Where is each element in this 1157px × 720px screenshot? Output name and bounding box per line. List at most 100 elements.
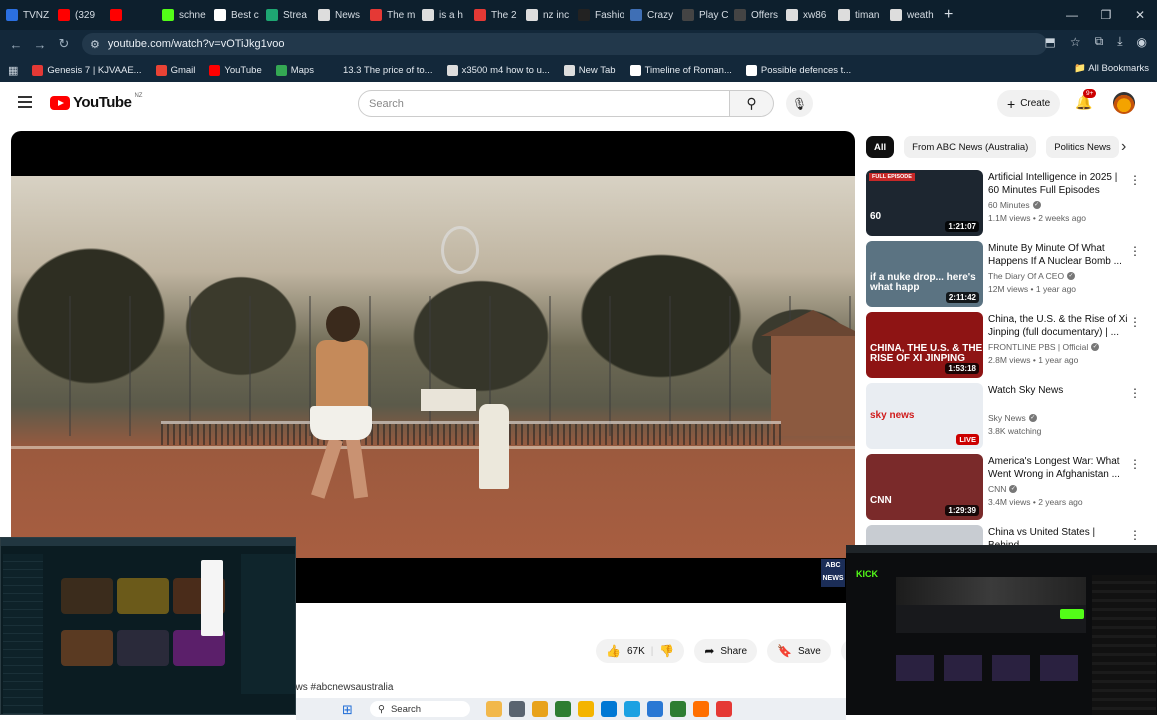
browser-tab[interactable]: weath [884, 0, 936, 30]
taskbar-app-icon[interactable] [578, 701, 594, 717]
channel-name[interactable]: The Diary Of A CEO ✓ [988, 271, 1128, 281]
bookmark-item[interactable]: YouTube [209, 64, 262, 76]
taskbar-app-icon[interactable] [532, 701, 548, 717]
recommended-video[interactable]: CNN 1:29:39 America's Longest War: What We… [866, 454, 1151, 525]
browser-tab[interactable]: The 2 [468, 0, 520, 30]
more-options-icon[interactable]: ⋮ [1129, 244, 1141, 258]
game-tile[interactable] [61, 578, 113, 614]
voice-search-button[interactable]: 🎙 [786, 90, 813, 117]
video-title[interactable]: America's Longest War: What Went Wrong i… [988, 455, 1128, 482]
profile-icon[interactable]: ◉ [1137, 35, 1147, 49]
recommended-video[interactable]: CHINA, THE U.S. & THE RISE OF XI JINPING… [866, 312, 1151, 383]
reload-icon[interactable]: ↻ [52, 36, 76, 52]
bookmark-item[interactable]: Genesis 7 | KJVAAE... [32, 64, 142, 76]
game-tile[interactable] [61, 630, 113, 666]
video-thumbnail[interactable]: sky news LIVE [866, 383, 983, 449]
browser-tab[interactable]: Offers [728, 0, 780, 30]
bookmark-item[interactable]: New Tab [563, 64, 616, 76]
search-input[interactable]: Search [358, 90, 730, 117]
back-icon[interactable]: ← [4, 37, 28, 52]
menu-icon[interactable] [18, 96, 32, 111]
recommended-video[interactable]: sky news LIVE Watch Sky News Sky News ✓ 3.8K … [866, 383, 1151, 454]
taskbar-app-icon[interactable] [693, 701, 709, 717]
game-tile[interactable] [117, 578, 169, 614]
channel-name[interactable]: 60 Minutes ✓ [988, 200, 1128, 210]
more-options-icon[interactable]: ⋮ [1129, 173, 1141, 187]
save-button[interactable]: 🔖 Save [767, 639, 831, 663]
taskbar-app-icon[interactable] [670, 701, 686, 717]
video-hashtags[interactable]: ews #abcnewsaustralia [290, 682, 393, 693]
browser-tab[interactable]: Strea [260, 0, 312, 30]
like-button[interactable]: 👍 67K | 👎 [596, 639, 685, 663]
search-button[interactable]: ⚲ [730, 90, 774, 117]
recommended-video[interactable]: FULL EPISODE 60 1:21:07 Artificial Intellig… [866, 170, 1151, 241]
video-thumbnail[interactable]: CHINA, THE U.S. & THE RISE OF XI JINPING… [866, 312, 983, 378]
clip-thumbnail[interactable] [944, 655, 982, 681]
url-field[interactable]: ⚙ youtube.com/watch?v=vOTiJkg1voo [82, 33, 1047, 55]
taskbar-search[interactable]: ⚲ Search [370, 701, 470, 717]
maximize-icon[interactable]: ❐ [1089, 8, 1123, 22]
minimize-icon[interactable]: — [1055, 8, 1089, 22]
new-tab-icon[interactable]: + [936, 6, 961, 24]
video-thumbnail[interactable]: if a nuke drop... here's what happ 2:11:4… [866, 241, 983, 307]
bookmark-item[interactable]: Timeline of Roman... [629, 64, 732, 76]
create-button[interactable]: + Create [997, 90, 1061, 117]
all-bookmarks-link[interactable]: 📁 All Bookmarks [1074, 63, 1149, 74]
share-button[interactable]: ➦ Share [694, 639, 758, 663]
browser-tab[interactable]: The m [364, 0, 416, 30]
taskbar-app-icon[interactable] [601, 701, 617, 717]
video-title[interactable]: Artificial Intelligence in 2025 | 60 Min… [988, 171, 1128, 198]
more-options-icon[interactable]: ⋮ [1129, 457, 1141, 471]
taskbar-app-icon[interactable] [716, 701, 732, 717]
filter-chip[interactable]: Politics News [1046, 136, 1119, 158]
follow-button[interactable] [1060, 609, 1084, 619]
taskbar-app-icon[interactable] [624, 701, 640, 717]
taskbar-app-icon[interactable] [509, 701, 525, 717]
browser-tab[interactable]: is a h [416, 0, 468, 30]
windows-start-icon[interactable]: ⊞ [342, 702, 353, 718]
bookmark-item[interactable]: Gmail [155, 64, 195, 76]
taskbar-app-icon[interactable] [555, 701, 571, 717]
video-player[interactable]: ABC NEWS [11, 131, 855, 603]
thumbs-down-icon[interactable]: 👎 [659, 644, 674, 658]
avatar[interactable] [1113, 92, 1135, 114]
more-options-icon[interactable]: ⋮ [1129, 386, 1141, 400]
video-thumbnail[interactable]: FULL EPISODE 60 1:21:07 [866, 170, 983, 236]
bookmark-item[interactable]: Maps [275, 64, 314, 76]
channel-name[interactable]: FRONTLINE PBS | Official ✓ [988, 342, 1128, 352]
apps-grid-icon[interactable]: ▦ [8, 64, 18, 77]
browser-tab[interactable]: nz inc [520, 0, 572, 30]
recommended-video[interactable]: if a nuke drop... here's what happ 2:11:4… [866, 241, 1151, 312]
clip-thumbnail[interactable] [1040, 655, 1078, 681]
browser-tab[interactable]: xw86 [780, 0, 832, 30]
youtube-logo[interactable]: YouTube NZ [50, 93, 142, 111]
browser-tab[interactable]: TVNZ [0, 0, 52, 30]
browser-tab[interactable]: Play C [676, 0, 728, 30]
notifications-button[interactable]: 🔔 9+ [1075, 89, 1097, 111]
video-thumbnail[interactable]: CNN 1:29:39 [866, 454, 983, 520]
bookmark-item[interactable]: 13.3 The price of to... [327, 64, 433, 76]
browser-tab[interactable]: Crazy [624, 0, 676, 30]
browser-tab[interactable]: schne [156, 0, 208, 30]
filter-chip[interactable]: All [866, 136, 895, 158]
browser-tab[interactable]: Fashio [572, 0, 624, 30]
downloads-icon[interactable]: ⤓ [1117, 34, 1122, 49]
chevron-right-icon[interactable]: › [1121, 138, 1126, 156]
extensions-icon[interactable]: ⧉ [1095, 34, 1104, 49]
browser-tab[interactable]: Best c [208, 0, 260, 30]
channel-name[interactable]: CNN ✓ [988, 484, 1128, 494]
video-title[interactable]: Watch Sky News [988, 384, 1128, 411]
more-options-icon[interactable]: ⋮ [1129, 528, 1141, 542]
browser-tab[interactable]: (329 [52, 0, 104, 30]
video-title[interactable]: Minute By Minute Of What Happens If A Nu… [988, 242, 1128, 269]
more-options-icon[interactable]: ⋮ [1129, 315, 1141, 329]
browser-tab[interactable]: timan [832, 0, 884, 30]
taskbar-app-icon[interactable] [647, 701, 663, 717]
bookmark-item[interactable]: Possible defences t... [745, 64, 851, 76]
channel-name[interactable]: Sky News ✓ [988, 413, 1128, 423]
clip-thumbnail[interactable] [896, 655, 934, 681]
bookmark-star-icon[interactable]: ☆ [1070, 35, 1081, 49]
overlay-window-left[interactable] [0, 537, 296, 715]
video-title[interactable]: China, the U.S. & the Rise of Xi Jinping… [988, 313, 1128, 340]
taskbar-app-icon[interactable] [486, 701, 502, 717]
